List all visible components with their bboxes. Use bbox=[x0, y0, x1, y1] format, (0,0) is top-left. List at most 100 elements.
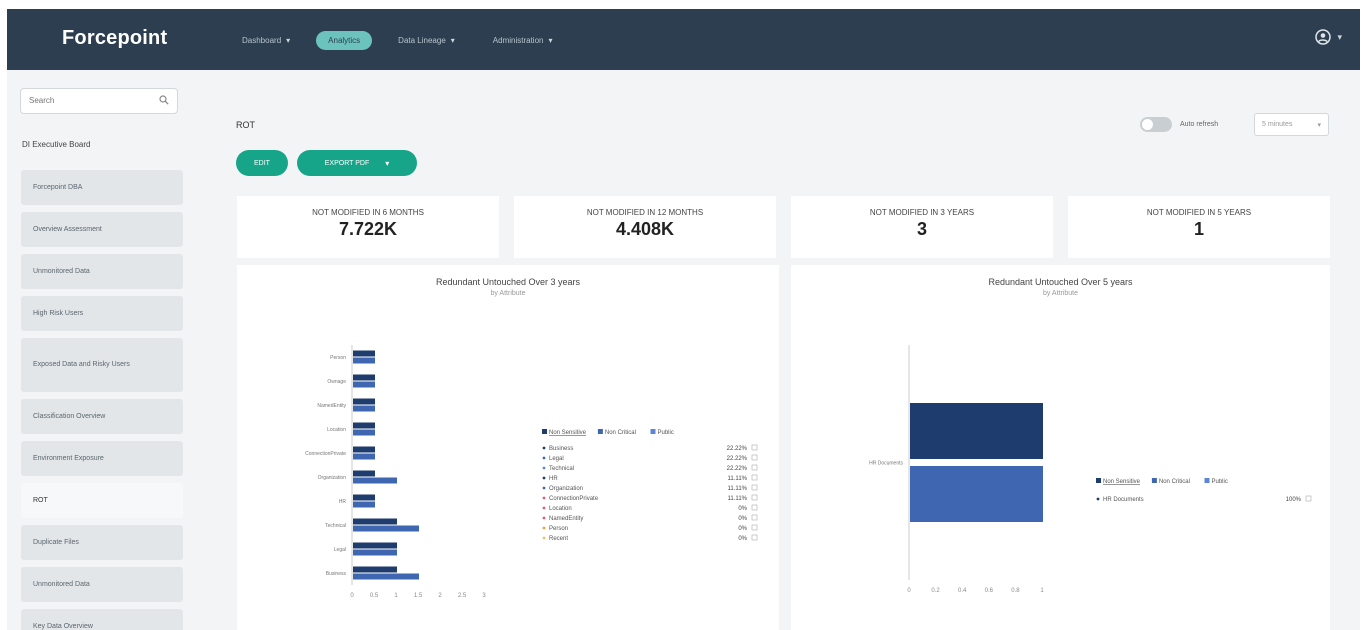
y-tick-label: HR Documents bbox=[869, 461, 903, 467]
legend-entry: Non Sensitive bbox=[549, 430, 587, 436]
table-row-percent: 11.11% bbox=[728, 486, 748, 492]
table-row-name: Person bbox=[549, 526, 568, 532]
export-pdf-button[interactable]: EXPORT PDF ▾ bbox=[297, 150, 417, 176]
bar-chart-3-years: Person Ownage NamedEntity Location Connectio… bbox=[305, 345, 758, 599]
nav-data-lineage-label: Data Lineage bbox=[398, 36, 446, 45]
bar bbox=[353, 398, 375, 405]
edit-button[interactable]: EDIT bbox=[236, 150, 288, 176]
auto-refresh-toggle[interactable] bbox=[1140, 117, 1172, 132]
row-menu-icon bbox=[751, 514, 758, 521]
stat-card: NOT MODIFIED IN 12 MONTHS 4.408K bbox=[514, 196, 776, 258]
stat-value: 3 bbox=[916, 219, 927, 239]
sidebar-search bbox=[20, 88, 178, 114]
bar bbox=[910, 466, 1043, 522]
chevron-down-icon: ▾ bbox=[385, 158, 390, 168]
table-row-percent: 22.22% bbox=[727, 446, 748, 452]
sidebar-item[interactable]: Forcepoint DBA bbox=[21, 170, 183, 205]
chevron-down-icon: ▾ bbox=[1317, 121, 1321, 129]
table-row-name: Organization bbox=[549, 486, 583, 492]
search-input[interactable] bbox=[21, 89, 157, 112]
auto-refresh-label: Auto refresh bbox=[1180, 121, 1219, 128]
table-row-percent: 22.22% bbox=[727, 456, 748, 462]
stat-card: NOT MODIFIED IN 6 MONTHS 7.722K bbox=[237, 196, 499, 258]
sidebar-item[interactable]: High Risk Users bbox=[21, 296, 183, 331]
table-bullet bbox=[542, 466, 546, 470]
chart-title: Redundant Untouched Over 3 years bbox=[435, 277, 581, 287]
nav-data-lineage[interactable]: Data Lineage ▾ bbox=[386, 31, 467, 50]
table-row-name: Technical bbox=[549, 466, 574, 472]
chevron-down-icon: ▾ bbox=[1337, 31, 1342, 42]
bar bbox=[353, 501, 375, 508]
stat-label: NOT MODIFIED IN 5 YEARS bbox=[1146, 208, 1252, 217]
y-tick-label: HR bbox=[339, 499, 347, 505]
nav-dashboard[interactable]: Dashboard ▾ bbox=[230, 31, 302, 50]
y-tick-label: Location bbox=[327, 427, 346, 433]
export-pdf-label: EXPORT PDF bbox=[324, 159, 370, 167]
table-bullet bbox=[542, 486, 546, 490]
sidebar-item-label: Unmonitored Data bbox=[33, 267, 90, 275]
y-tick-label: Organization bbox=[318, 475, 347, 481]
sidebar-item[interactable]: Key Data Overview bbox=[21, 609, 183, 630]
sidebar-item[interactable]: Classification Overview bbox=[21, 399, 183, 434]
bar bbox=[353, 405, 375, 412]
nav-administration[interactable]: Administration ▾ bbox=[481, 31, 565, 50]
sidebar-item[interactable]: Exposed Data and Risky Users bbox=[21, 338, 183, 392]
stat-label: NOT MODIFIED IN 12 MONTHS bbox=[586, 208, 704, 217]
table-row-name: Recent bbox=[549, 536, 568, 542]
stat-card: NOT MODIFIED IN 3 YEARS 3 bbox=[791, 196, 1053, 258]
sidebar-item[interactable]: Overview Assessment bbox=[21, 212, 183, 247]
bar bbox=[353, 374, 375, 381]
refresh-interval-select[interactable]: 5 minutes ▾ bbox=[1254, 113, 1329, 136]
forcepoint-logo[interactable]: Forcepoint bbox=[62, 27, 167, 50]
stat-card: NOT MODIFIED IN 5 YEARS 1 bbox=[1068, 196, 1330, 258]
chart-card-3-years: Redundant Untouched Over 3 years by Attr… bbox=[237, 265, 779, 630]
search-icon[interactable] bbox=[159, 95, 169, 105]
bar bbox=[353, 477, 397, 484]
nav-dashboard-label: Dashboard bbox=[242, 36, 282, 45]
sidebar-item-label: High Risk Users bbox=[33, 309, 84, 317]
y-tick-label: ConnectionPrivate bbox=[305, 451, 346, 457]
row-menu-icon bbox=[751, 494, 758, 501]
bar bbox=[353, 422, 375, 429]
legend-entry: Public bbox=[658, 430, 674, 436]
sidebar-item-label: Overview Assessment bbox=[33, 225, 102, 233]
x-tick-label: 0.8 bbox=[1011, 588, 1020, 594]
sidebar-item[interactable]: Duplicate Files bbox=[21, 525, 183, 560]
y-tick-label: Business bbox=[326, 571, 347, 577]
page-title: ROT bbox=[236, 120, 255, 130]
x-tick-label: 0.4 bbox=[958, 588, 967, 594]
table-row-percent: 0% bbox=[738, 516, 747, 522]
table-row-name: NamedEntity bbox=[549, 516, 583, 522]
table-bullet bbox=[542, 446, 546, 450]
edit-button-label: EDIT bbox=[254, 159, 270, 167]
bar-chart-5-years: HR Documents 0 0.2 0.4 0.6 0.8 1 Non Sensitive N… bbox=[869, 345, 1312, 594]
legend-swatch bbox=[1096, 478, 1101, 483]
x-tick-label: 0 bbox=[907, 588, 911, 594]
stat-value: 7.722K bbox=[338, 219, 398, 239]
nav-analytics[interactable]: Analytics bbox=[316, 31, 373, 50]
sidebar-item-label: Duplicate Files bbox=[33, 538, 79, 546]
row-menu-icon bbox=[751, 534, 758, 541]
sidebar-item[interactable]: Unmonitored Data bbox=[21, 567, 183, 602]
x-tick-label: 1.5 bbox=[414, 593, 423, 599]
bar bbox=[353, 429, 375, 436]
table-bullet bbox=[542, 456, 546, 460]
table-row-percent: 11.11% bbox=[728, 476, 748, 482]
row-menu-icon bbox=[751, 464, 758, 471]
sidebar-item[interactable]: Unmonitored Data bbox=[21, 254, 183, 289]
main-nav: Dashboard ▾ Analytics Data Lineage ▾ Admin… bbox=[230, 31, 564, 50]
legend-swatch bbox=[650, 429, 656, 434]
chart-card-5-years: Redundant Untouched Over 5 years by Attr… bbox=[791, 265, 1330, 630]
bar bbox=[353, 350, 375, 357]
bar bbox=[353, 381, 375, 388]
x-tick-label: 3 bbox=[482, 593, 486, 599]
x-tick-label: 2 bbox=[438, 593, 442, 599]
y-tick-label: Technical bbox=[325, 523, 346, 529]
stat-value: 4.408K bbox=[615, 219, 675, 239]
nav-analytics-label: Analytics bbox=[328, 36, 361, 45]
user-menu[interactable]: ▾ bbox=[1315, 29, 1342, 45]
x-tick-label: 1 bbox=[394, 593, 398, 599]
y-tick-label: Legal bbox=[334, 547, 346, 553]
sidebar-item[interactable]: ROT bbox=[21, 483, 183, 518]
sidebar-item[interactable]: Environment Exposure bbox=[21, 441, 183, 476]
